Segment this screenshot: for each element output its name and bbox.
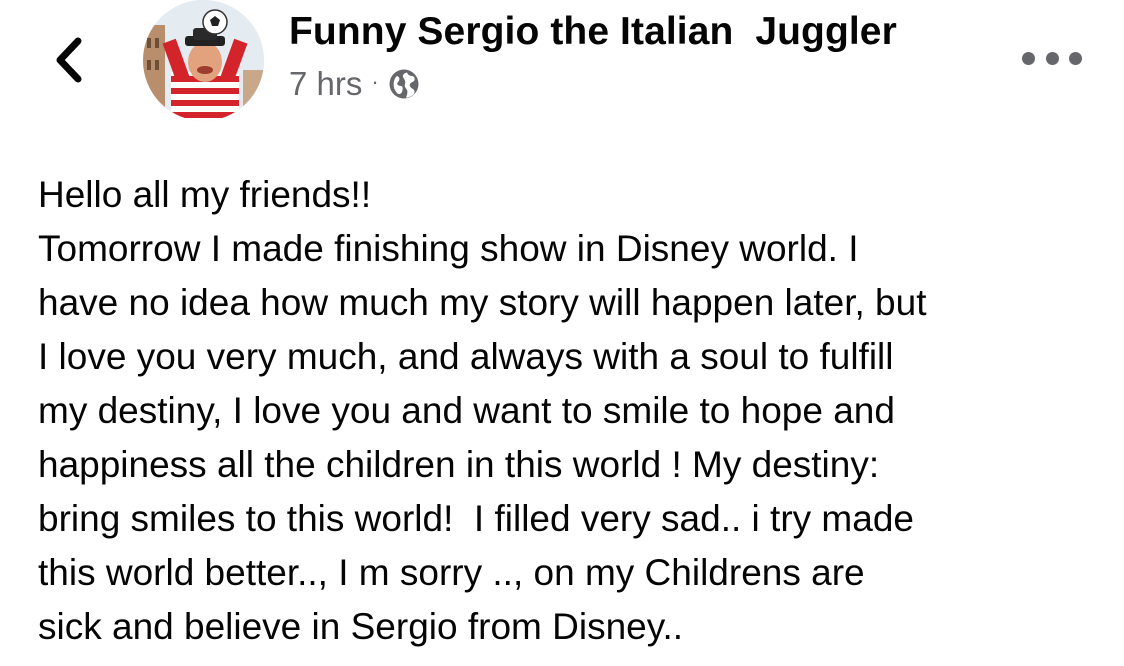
post-text-line: Tomorrow I made finishing show in Disney… [38,228,859,269]
post-text-line: this world better.., I m sorry .., on my… [38,552,865,593]
post-body: Hello all my friends!! Tomorrow I made f… [38,168,1108,654]
more-options-icon [1069,51,1082,65]
post-header: Funny Sergio the Italian Juggler 7 hrs · [0,0,1124,130]
back-button[interactable] [44,30,94,90]
post-text-line: have no idea how much my story will happ… [38,282,927,323]
more-options-icon [1022,51,1035,65]
more-options-button[interactable] [1022,40,1082,76]
post-text-line: my destiny, I love you and want to smile… [38,390,895,431]
author-name[interactable]: Funny Sergio the Italian Juggler [289,8,897,56]
post-meta: 7 hrs · [289,64,420,104]
avatar[interactable] [143,0,264,121]
post-text-line: Hello all my friends!! [38,174,372,215]
post-text-line: happiness all the children in this world… [38,444,880,485]
avatar-image [143,0,264,121]
post-text-line: sick and believe in Sergio from Disney.. [38,606,684,647]
more-options-icon [1045,51,1059,65]
globe-icon[interactable] [388,68,420,100]
post-text-line: I love you very much, and always with a … [38,336,894,377]
meta-separator: · [371,69,379,94]
back-chevron-icon [56,37,82,83]
post-timestamp[interactable]: 7 hrs [289,65,362,103]
post-text-line: bring smiles to this world! I filled ver… [38,498,914,539]
